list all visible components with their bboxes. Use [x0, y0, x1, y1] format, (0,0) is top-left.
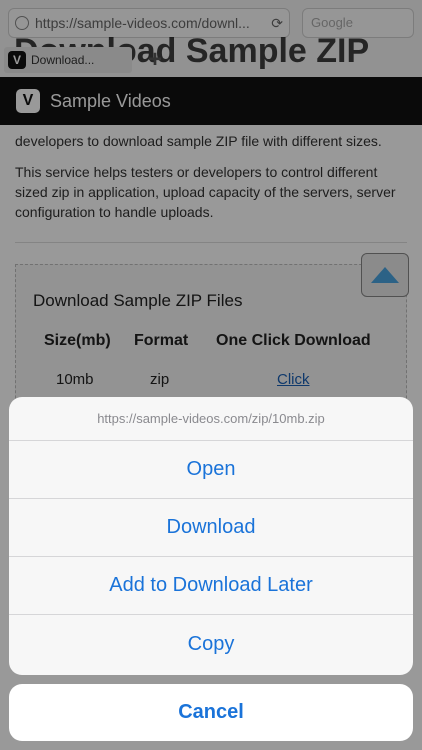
action-sheet-title: https://sample-videos.com/zip/10mb.zip	[9, 397, 413, 441]
copy-button[interactable]: Copy	[9, 615, 413, 673]
download-button[interactable]: Download	[9, 499, 413, 557]
action-sheet: https://sample-videos.com/zip/10mb.zip O…	[9, 397, 413, 675]
cancel-button[interactable]: Cancel	[9, 684, 413, 741]
add-to-download-later-button[interactable]: Add to Download Later	[9, 557, 413, 615]
open-button[interactable]: Open	[9, 441, 413, 499]
